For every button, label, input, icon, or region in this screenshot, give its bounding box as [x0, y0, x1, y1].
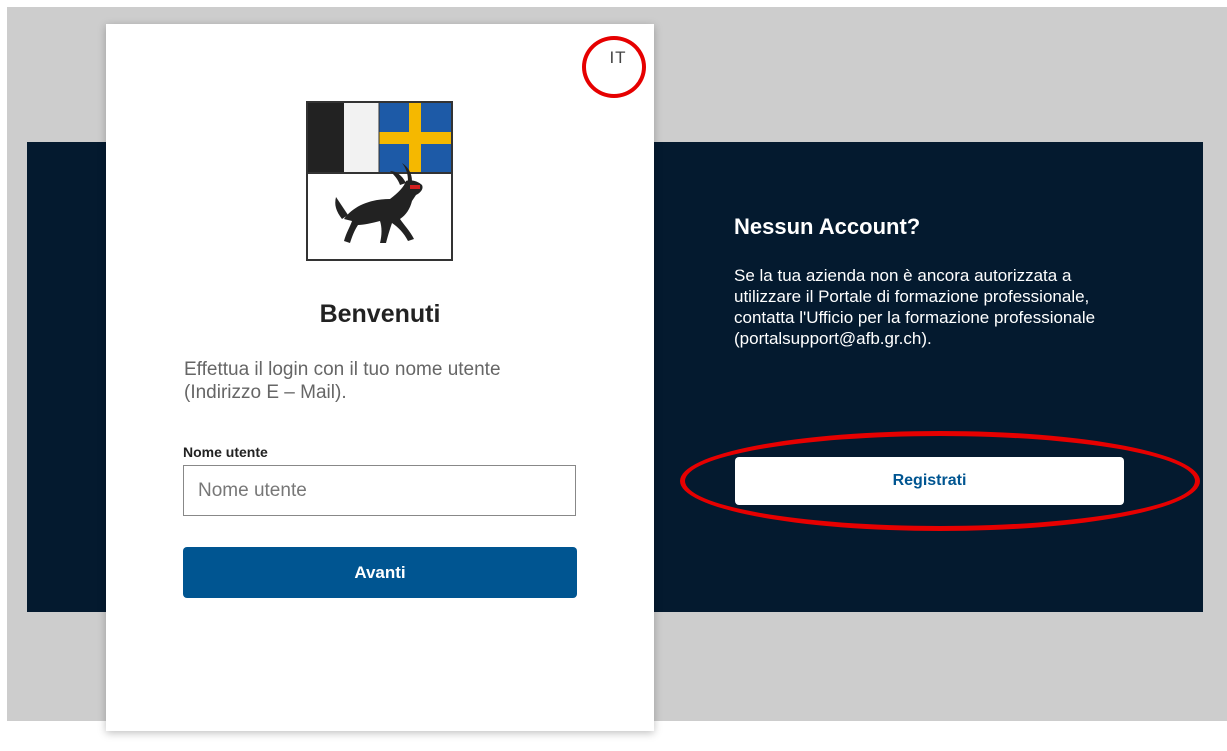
coat-of-arms-icon [306, 101, 453, 261]
login-subtitle: Effettua il login con il tuo nome utente… [184, 359, 501, 403]
login-card: IT Benvenuti Effettua il login con il tu… [106, 24, 654, 731]
register-panel: Nessun Account? Se la tua azienda non è … [734, 214, 1154, 349]
register-text: Se la tua azienda non è ancora autorizza… [734, 266, 1096, 348]
next-button[interactable]: Avanti [183, 547, 577, 598]
language-toggle[interactable]: IT [598, 48, 638, 72]
register-heading: Nessun Account? [734, 214, 921, 239]
welcome-title: Benvenuti [319, 300, 441, 328]
username-label: Nome utente [183, 444, 268, 460]
register-button[interactable]: Registrati [735, 457, 1124, 505]
username-input[interactable] [183, 465, 576, 516]
